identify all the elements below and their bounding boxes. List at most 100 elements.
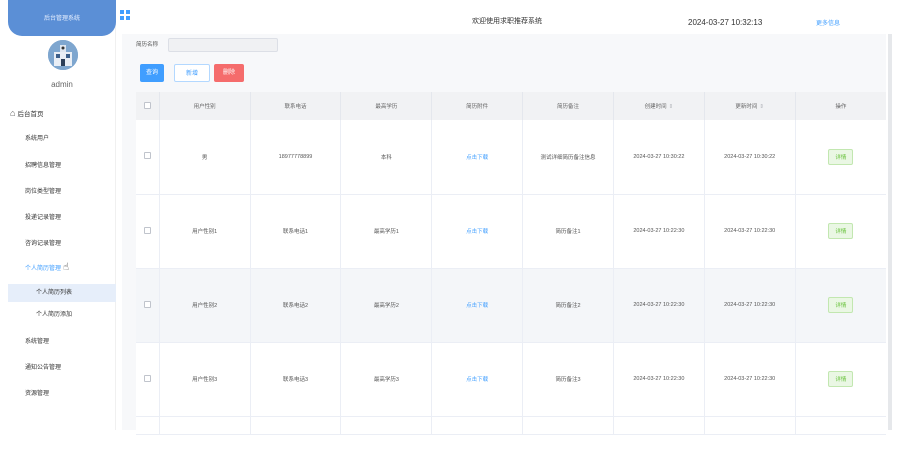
row-select-cell[interactable]: [136, 342, 160, 417]
search-label: 简历名称: [136, 42, 159, 48]
cell-phone: 联系电话2: [250, 268, 342, 343]
cell-gender: 用户性别1: [159, 194, 251, 269]
cell-attachment: 点击下载: [431, 342, 524, 417]
menu-item-notice[interactable]: 通知公告管理: [25, 362, 61, 371]
menu-item-resume-label: 个人简历管理: [25, 266, 62, 272]
table-row: 用户性别1 联系电话1 最高学历1 点击下载 简历备注1 2024-03-27 …: [136, 194, 886, 269]
brand-header: 后台管理系统: [8, 0, 116, 36]
cell-action: 详情: [795, 268, 886, 343]
cell-remark: 简历备注3: [522, 342, 614, 417]
cell-attachment: 点击下载: [431, 120, 524, 195]
brand-title: 后台管理系统: [43, 16, 80, 22]
grid-menu-icon[interactable]: [120, 10, 130, 20]
cell-created: 2024-03-27 10:22:30: [613, 268, 705, 343]
menu-item-resume[interactable]: 个人简历管理 ☝: [25, 262, 69, 273]
cell-education: 最高学历3: [340, 342, 433, 417]
col-phone: 联系电话: [250, 92, 342, 120]
detail-button[interactable]: 详情: [828, 297, 854, 313]
cell-remark: 简历备注1: [522, 194, 614, 269]
vertical-scrollbar[interactable]: [888, 34, 892, 430]
cell-education: 最高学历2: [340, 268, 433, 343]
welcome-text: 欢迎使用求职推荐系统: [472, 18, 542, 25]
cell-created: 2024-03-27 10:22:30: [613, 342, 705, 417]
menu-home-label: 后台首页: [17, 111, 44, 118]
col-attachment: 简历附件: [431, 92, 524, 120]
row-checkbox[interactable]: [143, 300, 151, 308]
hand-cursor-icon: ☝: [63, 262, 70, 273]
row-checkbox[interactable]: [143, 226, 151, 234]
detail-button[interactable]: 详情: [828, 148, 854, 165]
more-link[interactable]: 更多信息: [816, 18, 840, 27]
resume-table: 用户性别 联系电话 最高学历 简历附件 简历备注 创建时间 ⇕ 更新时间 ⇕ 操作 …: [136, 92, 886, 435]
download-link[interactable]: 点击下载: [466, 303, 488, 309]
menu-sub-resume-list[interactable]: 个人简历列表: [8, 284, 116, 302]
avatar-icon: [48, 40, 78, 70]
table-row: 用户性别3 联系电话3 最高学历3 点击下载 简历备注3 2024-03-27 …: [136, 342, 886, 417]
download-link[interactable]: 点击下载: [466, 377, 488, 383]
menu-sub-resume-add[interactable]: 个人简历添加: [8, 306, 116, 324]
cell-remark: 简历备注2: [522, 268, 614, 343]
search-input[interactable]: [168, 38, 278, 52]
app: 后台管理系统 admin ⌂ 后台首页 系统用户 招聘信息管理 岗位类型管理 投…: [0, 0, 916, 451]
cell-updated: 2024-03-27 10:22:30: [704, 268, 796, 343]
header-datetime: 2024-03-27 10:32:13: [688, 18, 763, 27]
menu-item-resource[interactable]: 资源管理: [25, 388, 49, 397]
row-select-cell[interactable]: [136, 120, 160, 195]
row-select-cell[interactable]: [136, 268, 160, 343]
cell-education: 本科: [340, 120, 433, 195]
cell-attachment: 点击下载: [431, 268, 524, 343]
main-content: 简历名称 查询 新增 删除 用户性别 联系电话 最高学历 简历附件 简历备注 创…: [122, 34, 886, 435]
menu-home[interactable]: ⌂ 后台首页: [10, 108, 43, 118]
add-button[interactable]: 新增: [174, 64, 210, 82]
cell-action: 详情: [795, 194, 886, 269]
row-select-cell[interactable]: [136, 194, 160, 269]
cell-action: 详情: [795, 342, 886, 417]
menu-item-recruit-info[interactable]: 招聘信息管理: [25, 160, 61, 169]
sort-icon[interactable]: ⇕: [759, 104, 764, 110]
cell-updated: 2024-03-27 10:30:22: [704, 120, 796, 195]
col-created[interactable]: 创建时间 ⇕: [613, 92, 705, 120]
detail-button[interactable]: 详情: [828, 371, 854, 387]
col-remark: 简历备注: [522, 92, 614, 120]
row-checkbox[interactable]: [143, 374, 151, 382]
row-checkbox[interactable]: [143, 152, 151, 160]
cell-education: 最高学历1: [340, 194, 433, 269]
cell-updated: 2024-03-27 10:22:30: [704, 342, 796, 417]
sidebar: 后台管理系统 admin ⌂ 后台首页 系统用户 招聘信息管理 岗位类型管理 投…: [8, 0, 116, 430]
home-icon: ⌂: [10, 108, 16, 118]
download-link[interactable]: 点击下载: [466, 229, 488, 235]
detail-button[interactable]: 详情: [828, 223, 854, 239]
col-gender: 用户性别: [159, 92, 251, 120]
cell-created: 2024-03-27 10:22:30: [613, 194, 705, 269]
query-button[interactable]: 查询: [140, 64, 164, 82]
avatar[interactable]: [48, 40, 78, 70]
col-created-label: 创建时间: [644, 104, 667, 110]
select-all-checkbox[interactable]: [143, 101, 151, 109]
cell-action: 详情: [795, 120, 886, 195]
delete-button[interactable]: 删除: [214, 64, 244, 82]
cell-phone: 18977778899: [250, 120, 342, 195]
menu-item-consult-record[interactable]: 咨询记录管理: [25, 238, 61, 247]
menu-item-job-type[interactable]: 岗位类型管理: [25, 186, 61, 195]
col-action: 操作: [795, 92, 886, 120]
table-row-partial: [136, 416, 886, 435]
cell-gender: 男: [159, 120, 251, 195]
cell-attachment: 点击下载: [431, 194, 524, 269]
menu-item-delivery-record[interactable]: 投递记录管理: [25, 212, 61, 221]
col-updated[interactable]: 更新时间 ⇕: [704, 92, 796, 120]
download-link[interactable]: 点击下载: [466, 155, 488, 161]
cell-gender: 用户性别2: [159, 268, 251, 343]
col-updated-label: 更新时间: [735, 104, 758, 110]
table-header-row: 用户性别 联系电话 最高学历 简历附件 简历备注 创建时间 ⇕ 更新时间 ⇕ 操作: [136, 92, 886, 120]
menu-item-system-manage[interactable]: 系统管理: [25, 336, 49, 345]
cell-remark: 测试详细简历备注信息: [522, 120, 614, 195]
cell-created: 2024-03-27 10:30:22: [613, 120, 705, 195]
menu-item-system-user[interactable]: 系统用户: [25, 133, 49, 142]
sort-icon[interactable]: ⇕: [669, 104, 674, 110]
table-row: 用户性别2 联系电话2 最高学历2 点击下载 简历备注2 2024-03-27 …: [136, 268, 886, 343]
cell-updated: 2024-03-27 10:22:30: [704, 194, 796, 269]
select-all-cell[interactable]: [136, 92, 160, 120]
cell-phone: 联系电话3: [250, 342, 342, 417]
cell-phone: 联系电话1: [250, 194, 342, 269]
table-row: 男 18977778899 本科 点击下载 测试详细简历备注信息 2024-03…: [136, 120, 886, 195]
